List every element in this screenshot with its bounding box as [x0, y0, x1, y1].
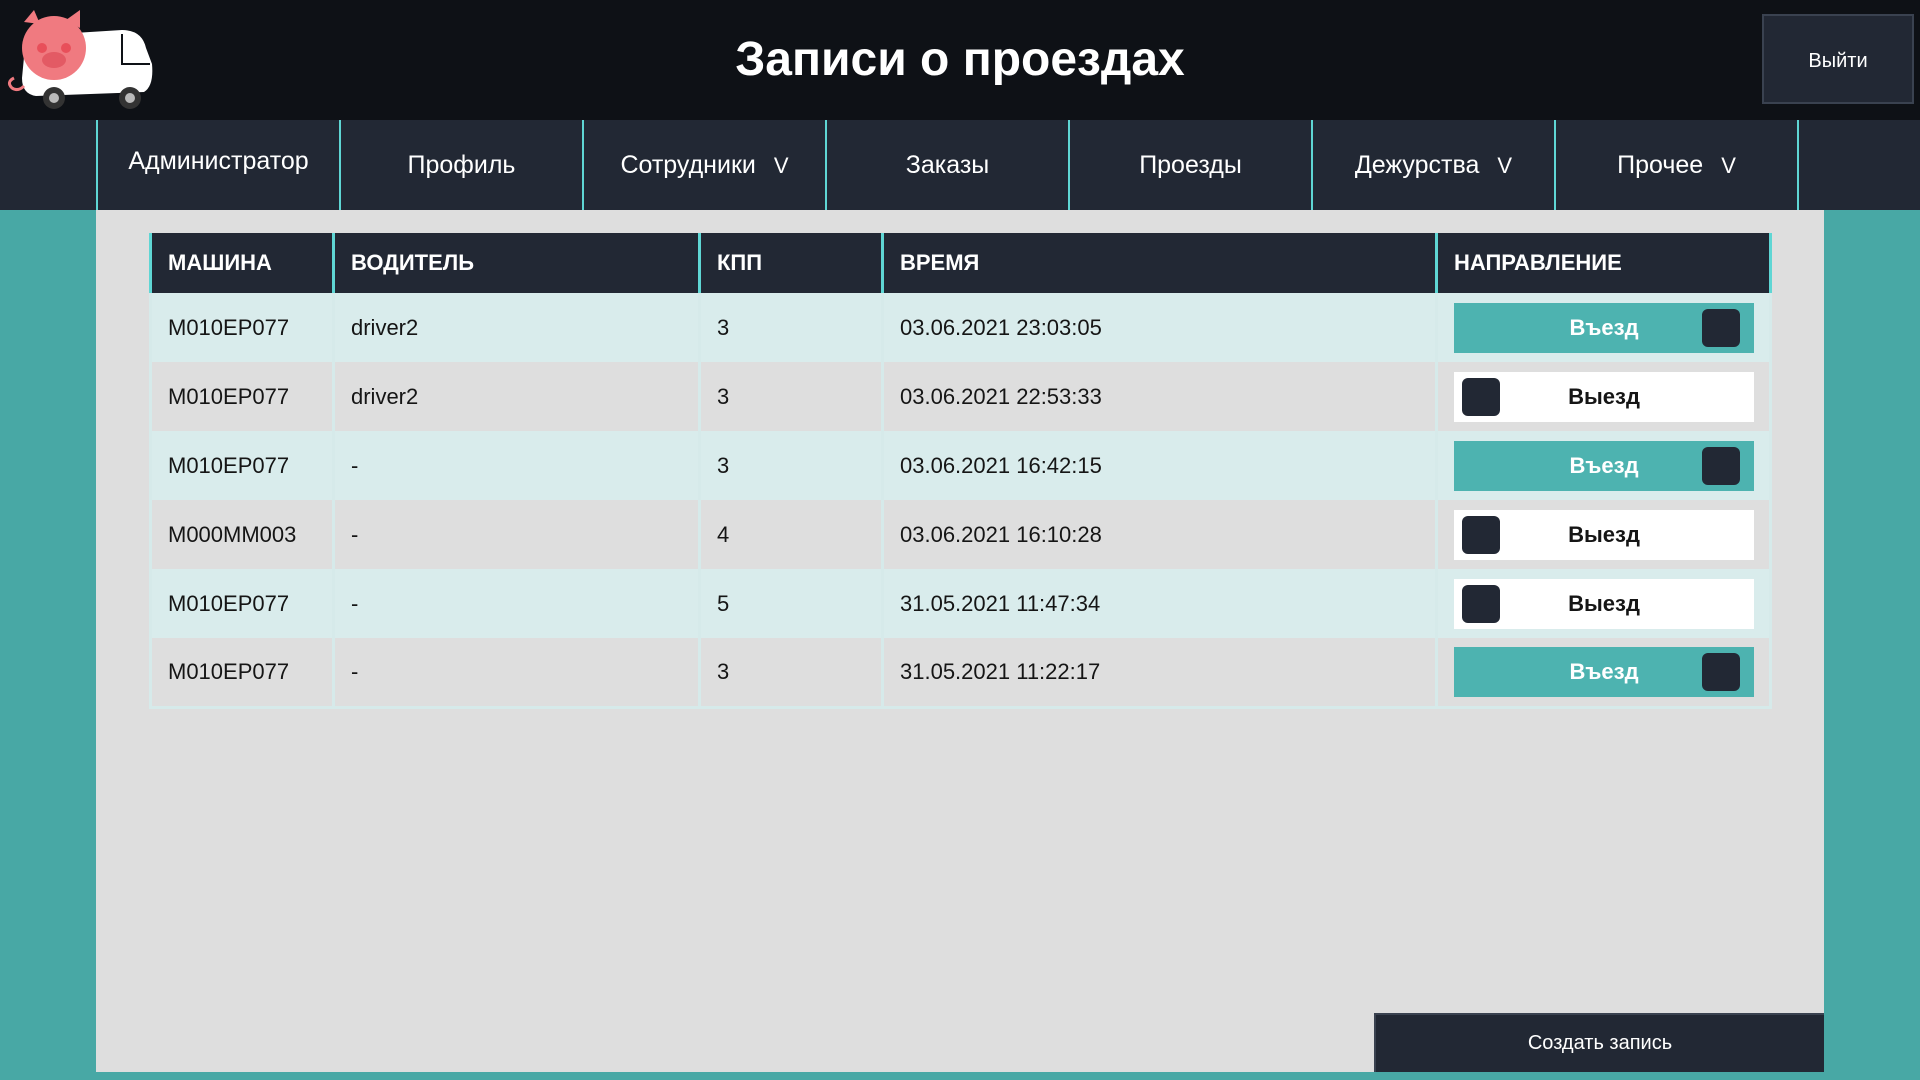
app-header: Записи о проездах Выйти [0, 0, 1920, 120]
cell-time: 31.05.2021 11:22:17 [881, 638, 1437, 709]
direction-label: Въезд [1569, 658, 1639, 684]
create-record-button[interactable]: Создать запись [1374, 1013, 1824, 1072]
cell-checkpoint: 3 [698, 638, 883, 709]
cell-checkpoint: 3 [698, 431, 883, 500]
cell-direction: Въезд [1435, 638, 1772, 709]
cell-checkpoint: 5 [698, 569, 883, 638]
nav-item-label: Дежурства [1354, 151, 1480, 179]
cell-driver: driver2 [332, 362, 700, 431]
chevron-down-icon: V [1721, 153, 1736, 178]
cell-driver: driver2 [332, 293, 700, 362]
cell-direction: Выезд [1435, 362, 1772, 431]
nav-item-other[interactable]: Прочее V [1554, 120, 1797, 210]
cell-direction: Въезд [1435, 293, 1772, 362]
table-row[interactable]: М010ЕР077 - 3 03.06.2021 16:42:15 Въезд [149, 431, 1772, 500]
cell-time: 03.06.2021 23:03:05 [881, 293, 1437, 362]
nav-item-label: Проезды [1139, 151, 1242, 179]
cell-car: М010ЕР077 [149, 362, 334, 431]
nav-item-label: Прочее [1617, 151, 1704, 179]
cell-car: М010ЕР077 [149, 638, 334, 709]
page-title: Записи о проездах [735, 33, 1185, 86]
direction-toggle[interactable]: Выезд [1454, 371, 1754, 422]
cell-time: 03.06.2021 16:10:28 [881, 500, 1437, 569]
cell-direction: Выезд [1435, 569, 1772, 638]
column-header-checkpoint[interactable]: КПП [698, 233, 883, 293]
passages-table: МАШИНА ВОДИТЕЛЬ КПП ВРЕМЯ НАПРАВЛЕНИЕ М0… [149, 233, 1772, 709]
chevron-down-icon: V [773, 153, 789, 178]
nav-item-orders[interactable]: Заказы [825, 120, 1068, 210]
direction-toggle[interactable]: Въезд [1454, 440, 1754, 491]
table-row[interactable]: М010ЕР077 - 5 31.05.2021 11:47:34 Выезд [149, 569, 1772, 638]
direction-label: Выезд [1568, 383, 1640, 409]
cell-car: М010ЕР077 [149, 431, 334, 500]
nav-item-label: Администратор [128, 147, 309, 175]
cell-car: М010ЕР077 [149, 293, 334, 362]
toggle-knob [1462, 377, 1500, 416]
nav-item-employees[interactable]: Сотрудники V [582, 120, 825, 210]
column-header-car[interactable]: МАШИНА [149, 233, 334, 293]
table-row[interactable]: М010ЕР077 driver2 3 03.06.2021 22:53:33 … [149, 362, 1772, 431]
toggle-knob [1702, 652, 1740, 691]
nav-item-duties[interactable]: Дежурства V [1311, 120, 1554, 210]
nav-item-label: Заказы [905, 151, 990, 179]
cell-driver: - [332, 431, 700, 500]
cell-time: 03.06.2021 22:53:33 [881, 362, 1437, 431]
direction-toggle[interactable]: Въезд [1454, 302, 1754, 353]
cell-car: М000ММ003 [149, 500, 334, 569]
direction-toggle[interactable]: Въезд [1454, 646, 1754, 697]
cell-driver: - [332, 500, 700, 569]
column-header-direction[interactable]: НАПРАВЛЕНИЕ [1435, 233, 1772, 293]
toggle-knob [1462, 584, 1500, 623]
direction-label: Въезд [1569, 314, 1639, 340]
table-row[interactable]: М010ЕР077 - 3 31.05.2021 11:22:17 Въезд [149, 638, 1772, 709]
logout-button[interactable]: Выйти [1762, 14, 1914, 104]
cell-checkpoint: 3 [698, 362, 883, 431]
nav-item-administrator[interactable]: Администратор [96, 120, 339, 210]
cell-direction: Выезд [1435, 500, 1772, 569]
direction-label: Въезд [1569, 452, 1639, 478]
toggle-knob [1702, 308, 1740, 347]
content-panel: МАШИНА ВОДИТЕЛЬ КПП ВРЕМЯ НАПРАВЛЕНИЕ М0… [96, 210, 1824, 1072]
table-header-row: МАШИНА ВОДИТЕЛЬ КПП ВРЕМЯ НАПРАВЛЕНИЕ [149, 233, 1772, 293]
cell-time: 03.06.2021 16:42:15 [881, 431, 1437, 500]
table-row[interactable]: М010ЕР077 driver2 3 03.06.2021 23:03:05 … [149, 293, 1772, 362]
cell-checkpoint: 4 [698, 500, 883, 569]
main-nav: Администратор Профиль Сотрудники V Заказы… [0, 120, 1920, 210]
toggle-knob [1702, 446, 1740, 485]
column-header-time[interactable]: ВРЕМЯ [881, 233, 1437, 293]
toggle-knob [1462, 515, 1500, 554]
direction-label: Выезд [1568, 590, 1640, 616]
cell-checkpoint: 3 [698, 293, 883, 362]
nav-item-profile[interactable]: Профиль [339, 120, 582, 210]
chevron-down-icon: V [1497, 153, 1513, 178]
nav-divider [1797, 120, 1799, 210]
nav-item-label: Сотрудники [620, 151, 756, 179]
nav-item-label: Профиль [407, 151, 516, 179]
direction-toggle[interactable]: Выезд [1454, 509, 1754, 560]
nav-item-passages[interactable]: Проезды [1068, 120, 1311, 210]
column-header-driver[interactable]: ВОДИТЕЛЬ [332, 233, 700, 293]
direction-label: Выезд [1568, 521, 1640, 547]
cell-driver: - [332, 569, 700, 638]
cell-driver: - [332, 638, 700, 709]
direction-toggle[interactable]: Выезд [1454, 578, 1754, 629]
cell-time: 31.05.2021 11:47:34 [881, 569, 1437, 638]
table-row[interactable]: М000ММ003 - 4 03.06.2021 16:10:28 Выезд [149, 500, 1772, 569]
cell-direction: Въезд [1435, 431, 1772, 500]
cell-car: М010ЕР077 [149, 569, 334, 638]
